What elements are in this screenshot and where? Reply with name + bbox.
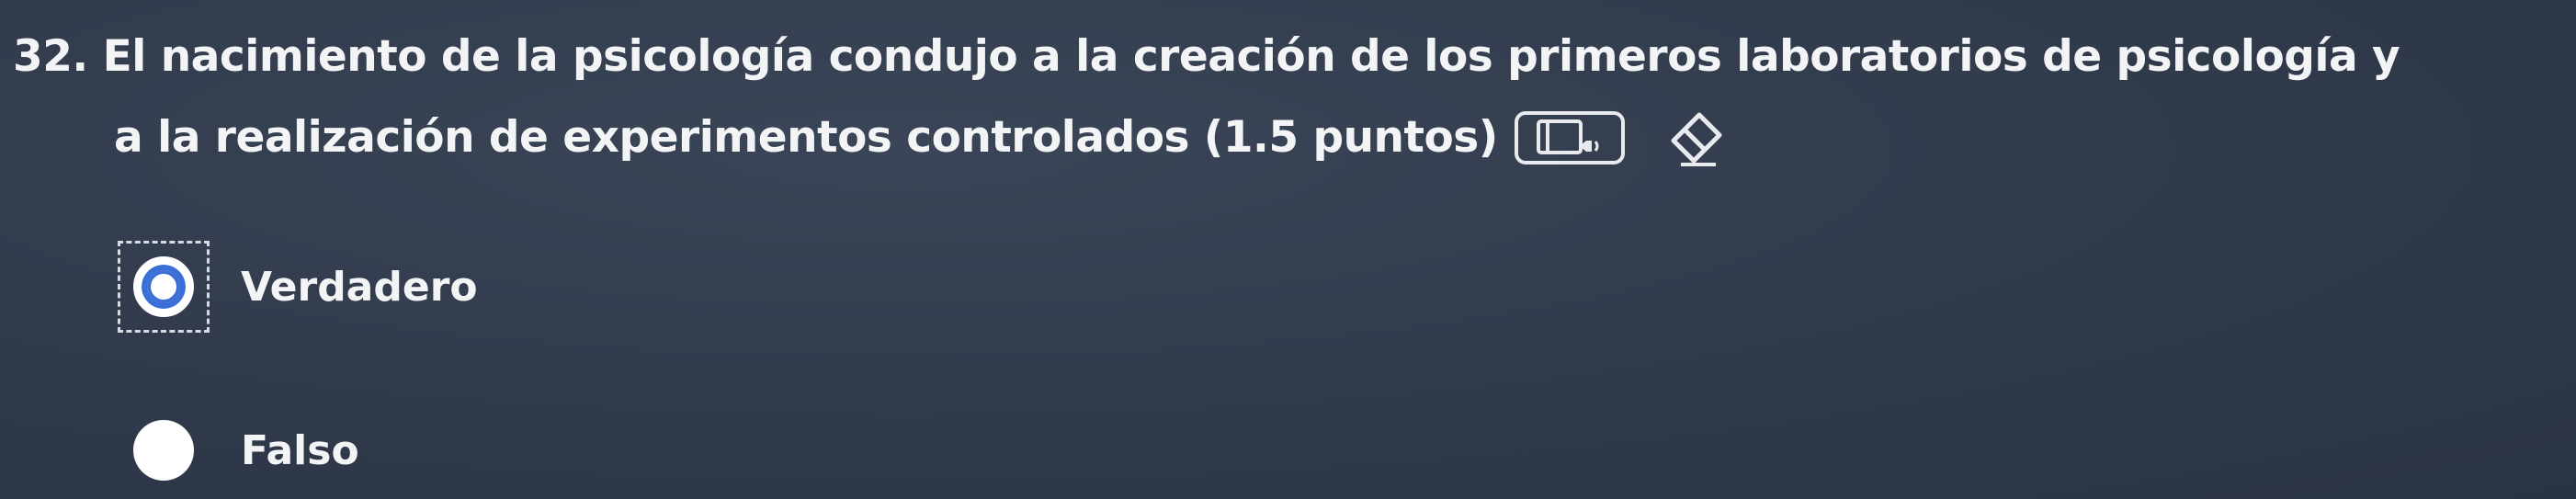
option-label-falso: Falso	[241, 426, 359, 474]
audio-read-aloud-icon	[1536, 119, 1599, 154]
audio-read-aloud-button[interactable]	[1514, 111, 1625, 164]
radio-verdadero[interactable]	[133, 256, 194, 317]
question-text-line-2: a la realización de experimentos control…	[114, 112, 1498, 163]
eraser-icon	[1671, 112, 1722, 166]
question-block: 32. El nacimiento de la psicología condu…	[13, 17, 2549, 178]
question-line-2: a la realización de experimentos control…	[13, 97, 2549, 178]
radio-wrap-falso	[118, 404, 210, 496]
question-text-line-1: 32. El nacimiento de la psicología condu…	[13, 31, 2400, 82]
radio-focus-ring	[118, 241, 210, 333]
option-verdadero[interactable]: Verdadero	[118, 241, 478, 333]
eraser-button[interactable]	[1660, 101, 1733, 175]
radio-falso[interactable]	[133, 420, 194, 481]
option-label-verdadero: Verdadero	[241, 263, 478, 311]
option-falso[interactable]: Falso	[118, 404, 359, 496]
